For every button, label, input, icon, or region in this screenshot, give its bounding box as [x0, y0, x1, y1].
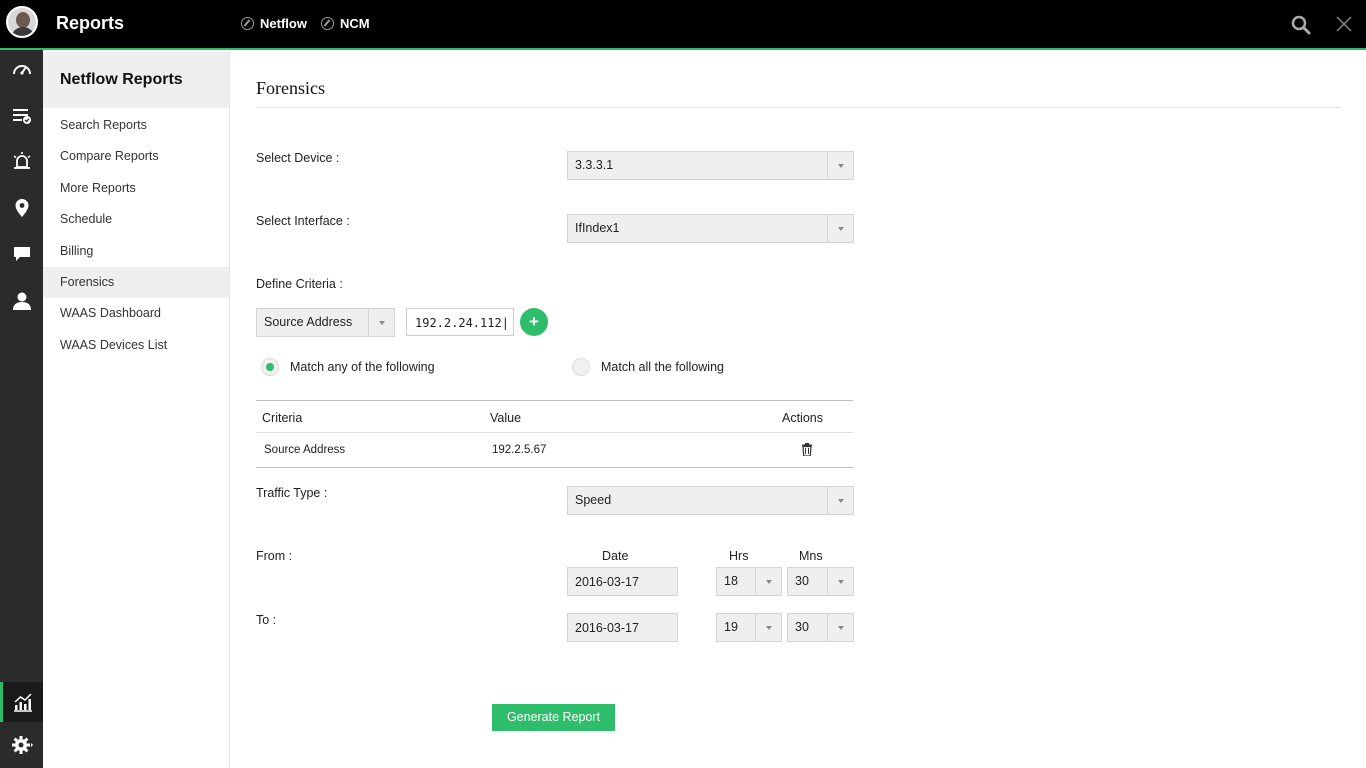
mns-column-label: Mns	[799, 549, 823, 563]
chevron-down-icon	[827, 487, 853, 514]
to-mns-value: 30	[795, 620, 809, 634]
to-hrs-value: 19	[724, 620, 738, 634]
dashboard-icon	[12, 65, 31, 75]
select-device-label: Select Device :	[256, 151, 340, 165]
table-header: Criteria Value Actions	[256, 400, 853, 433]
from-hrs-select[interactable]: 18	[716, 567, 782, 596]
from-mns-select[interactable]: 30	[787, 567, 854, 596]
compass-icon	[241, 17, 254, 30]
date-column-label: Date	[602, 549, 629, 563]
to-label: To :	[256, 613, 277, 627]
to-hrs-select[interactable]: 19	[716, 613, 782, 642]
generate-report-button[interactable]: Generate Report	[492, 704, 615, 731]
close-icon[interactable]	[1335, 15, 1353, 33]
row-criteria: Source Address	[264, 444, 346, 456]
to-mns-select[interactable]: 30	[787, 613, 854, 642]
interface-select-value: IfIndex1	[575, 221, 620, 235]
device-select-value: 3.3.3.1	[575, 158, 614, 172]
tasks-icon	[12, 109, 31, 124]
page-title: Forensics	[256, 78, 325, 98]
criteria-value-input[interactable]: 192.2.24.112|	[406, 308, 514, 336]
add-criteria-button[interactable]: +	[520, 308, 548, 336]
chevron-down-icon	[755, 568, 781, 595]
device-select[interactable]: 3.3.3.1	[567, 151, 854, 180]
rail-user[interactable]	[0, 281, 43, 321]
chevron-down-icon	[827, 152, 853, 179]
match-all-label[interactable]: Match all the following	[601, 360, 724, 374]
subnav-title: Netflow Reports	[43, 52, 229, 108]
rail-reports[interactable]	[0, 682, 43, 722]
compass-icon	[321, 17, 334, 30]
rail-dashboard[interactable]	[0, 50, 43, 90]
user-avatar[interactable]	[6, 6, 38, 38]
title-divider	[256, 107, 1341, 108]
hrs-column-label: Hrs	[729, 549, 749, 563]
app-title: Reports	[56, 13, 125, 33]
match-any-label[interactable]: Match any of the following	[290, 360, 435, 374]
interface-select[interactable]: IfIndex1	[567, 214, 854, 243]
match-any-radio[interactable]	[261, 358, 279, 376]
reports-chart-icon	[14, 693, 32, 712]
chevron-down-icon	[827, 568, 853, 595]
to-date-field[interactable]: 2016-03-17	[567, 613, 678, 642]
rail-alarms[interactable]	[0, 141, 43, 181]
map-pin-icon	[15, 199, 28, 217]
traffic-type-select[interactable]: Speed	[567, 486, 854, 515]
user-icon	[12, 292, 31, 310]
select-interface-label: Select Interface :	[256, 214, 350, 228]
subnav-item-search-reports[interactable]: Search Reports	[43, 110, 229, 141]
tab-netflow-label: Netflow	[260, 16, 307, 31]
row-value: 192.2.5.67	[492, 444, 547, 456]
criteria-type-select[interactable]: Source Address	[256, 308, 395, 337]
rail-chat[interactable]	[0, 234, 43, 274]
from-hrs-value: 18	[724, 574, 738, 588]
subnav-item-billing[interactable]: Billing	[43, 236, 229, 267]
subnav-item-schedule[interactable]: Schedule	[43, 204, 229, 235]
criteria-table: Criteria Value Actions Source Address 19…	[256, 400, 853, 468]
define-criteria-label: Define Criteria :	[256, 277, 343, 291]
chevron-down-icon	[755, 614, 781, 641]
traffic-type-value: Speed	[575, 493, 612, 507]
match-all-radio[interactable]	[572, 358, 590, 376]
from-label: From :	[256, 549, 293, 563]
icon-rail	[0, 50, 43, 768]
main-content: Forensics Select Device : 3.3.3.1 Select…	[231, 52, 1366, 768]
tab-ncm[interactable]: NCM	[321, 16, 370, 31]
tab-netflow[interactable]: Netflow	[241, 16, 307, 31]
rail-settings[interactable]	[0, 725, 43, 765]
column-header-criteria: Criteria	[262, 411, 303, 425]
settings-icon	[11, 736, 33, 754]
chevron-down-icon	[368, 309, 394, 336]
subnav-item-compare-reports[interactable]: Compare Reports	[43, 141, 229, 172]
subnav-item-waas-devices-list[interactable]: WAAS Devices List	[43, 330, 229, 361]
from-date-field[interactable]: 2016-03-17	[567, 567, 678, 596]
top-header: Reports Netflow NCM	[0, 0, 1366, 50]
rail-tasks[interactable]	[0, 96, 43, 136]
subnav-item-waas-dashboard[interactable]: WAAS Dashboard	[43, 298, 229, 329]
tab-ncm-label: NCM	[340, 16, 370, 31]
chevron-down-icon	[827, 215, 853, 242]
chat-icon	[13, 247, 30, 261]
column-header-actions: Actions	[782, 411, 823, 425]
from-mns-value: 30	[795, 574, 809, 588]
rail-maps[interactable]	[0, 188, 43, 228]
alarm-icon	[13, 152, 30, 169]
traffic-type-label: Traffic Type :	[256, 486, 328, 500]
subnav-item-more-reports[interactable]: More Reports	[43, 173, 229, 204]
criteria-type-value: Source Address	[264, 315, 353, 329]
reports-subnav: Netflow Reports Search Reports Compare R…	[43, 52, 230, 768]
column-header-value: Value	[490, 411, 522, 425]
search-icon[interactable]	[1291, 15, 1311, 35]
chevron-down-icon	[827, 614, 853, 641]
subnav-item-forensics[interactable]: Forensics	[43, 266, 229, 299]
table-row: Source Address 192.2.5.67	[256, 433, 853, 468]
trash-icon[interactable]	[801, 443, 813, 456]
